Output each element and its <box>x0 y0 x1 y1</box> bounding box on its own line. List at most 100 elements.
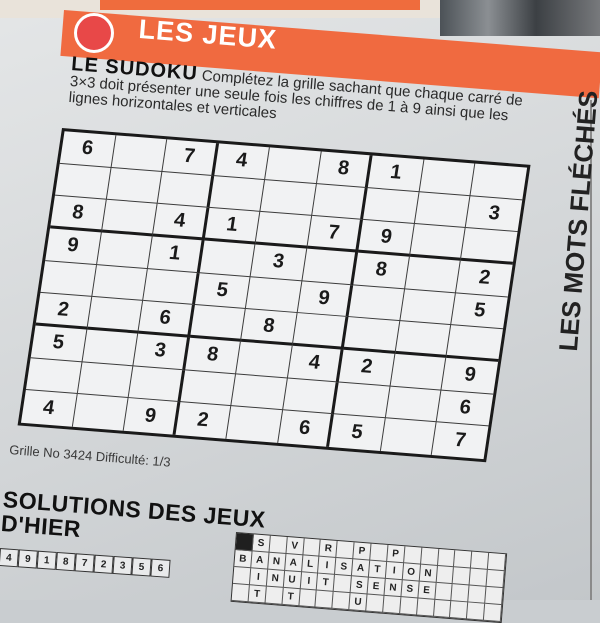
crossword-cell: A <box>251 551 270 570</box>
crossword-cell: L <box>301 555 320 574</box>
crossword-cell: T <box>317 573 336 592</box>
solution-digit: 1 <box>36 550 57 570</box>
crossword-cell <box>302 538 322 557</box>
sudoku-grid-wrapper: 67481384179913825952685384296492657 <box>17 128 531 463</box>
sudoku-cell <box>265 147 322 184</box>
sudoku-cell <box>461 228 518 265</box>
sudoku-cell: 8 <box>184 337 242 375</box>
grid-caption: Grille No 3424 Difficulté: 1/3 <box>8 442 172 470</box>
side-section-title: LES MOTS FLÉCHÉS <box>553 89 600 353</box>
crossword-cell: T <box>248 585 267 604</box>
crossword-cell <box>487 552 507 572</box>
sudoku-cell <box>400 289 457 326</box>
sudoku-cell <box>231 374 288 411</box>
sudoku-cell <box>404 256 462 294</box>
crossword-cell: N <box>384 578 403 598</box>
crossword-cell: V <box>286 537 305 556</box>
sudoku-cell: 6 <box>277 410 335 447</box>
crossword-cell <box>486 569 505 589</box>
sudoku-cell: 5 <box>329 414 386 452</box>
crossword-cell <box>336 541 355 560</box>
crossword-cell: U <box>283 570 302 590</box>
sudoku-cell: 8 <box>50 195 107 233</box>
sudoku-cell: 9 <box>297 280 354 318</box>
sudoku-cell <box>334 382 391 419</box>
solution-digit: 9 <box>17 549 38 569</box>
crossword-cell: T <box>282 587 301 607</box>
sudoku-cell <box>282 378 340 415</box>
crossword-cell: U <box>349 593 368 612</box>
crossword-cell <box>231 583 250 603</box>
crossword-cell: S <box>401 580 420 599</box>
sudoku-cell: 2 <box>456 260 513 298</box>
sudoku-cell: 2 <box>175 402 232 439</box>
crossword-cell: P <box>353 542 372 561</box>
crossword-cell <box>403 546 422 565</box>
crossword-cell: S <box>252 534 271 553</box>
sudoku-cell <box>82 329 139 366</box>
solution-digit: 4 <box>0 548 19 568</box>
sudoku-cell <box>96 232 153 269</box>
sudoku-cell <box>419 159 476 196</box>
crossword-cell: B <box>234 550 253 569</box>
crossword-cell: A <box>352 559 371 578</box>
crossword-cell: E <box>417 581 437 600</box>
sudoku-cell: 1 <box>204 208 261 245</box>
sudoku-cell: 4 <box>213 143 271 180</box>
sudoku-cell: 6 <box>436 390 494 427</box>
crossword-cell <box>232 566 252 586</box>
solution-digit: 6 <box>150 558 171 578</box>
solution-digit: 7 <box>74 553 95 573</box>
sudoku-cell: 7 <box>306 216 364 253</box>
crossword-cell <box>471 551 490 570</box>
sudoku-cell <box>343 317 401 354</box>
crossword-cell: S <box>335 557 354 577</box>
crossword-solution: SVRPPBANALISATIONINUITSENSETTU <box>230 532 508 623</box>
crossword-cell: I <box>300 572 319 591</box>
solution-digit: 2 <box>93 554 114 574</box>
sudoku-cell <box>311 183 369 221</box>
sudoku-cell <box>414 191 471 229</box>
crossword-cell <box>416 598 435 617</box>
crossword-cell: E <box>367 577 386 596</box>
sudoku-cell: 9 <box>123 398 181 435</box>
crossword-cell <box>454 550 473 569</box>
sudoku-cell: 3 <box>250 244 307 281</box>
sudoku-cell: 1 <box>368 155 425 192</box>
sudoku-cell <box>260 179 317 217</box>
sudoku-cell <box>180 370 237 407</box>
solution-digit: 3 <box>112 555 133 576</box>
sudoku-grid: 67481384179913825952685384296492657 <box>17 128 531 463</box>
sudoku-cell: 2 <box>339 349 396 387</box>
sudoku-cell <box>111 135 168 172</box>
top-photo <box>440 0 600 36</box>
sudoku-cell <box>209 175 266 213</box>
sudoku-cell: 1 <box>147 236 205 273</box>
crossword-cell <box>366 594 385 613</box>
sudoku-cell: 3 <box>466 195 523 233</box>
sudoku-cell <box>157 171 214 209</box>
sudoku-cell: 6 <box>59 131 116 168</box>
crossword-cell <box>298 589 318 608</box>
crossword-cell <box>382 595 402 615</box>
crossword-cell <box>433 599 452 619</box>
sudoku-cell <box>409 224 467 261</box>
crossword-cell: P <box>386 544 406 564</box>
crossword-cell <box>467 602 486 621</box>
sudoku-cell <box>302 248 359 286</box>
sudoku-cell <box>395 321 452 358</box>
solution-strip: 491872356 <box>0 548 171 578</box>
crossword-black-cell <box>235 533 254 552</box>
crossword-cell: N <box>419 564 438 583</box>
sudoku-cell: 8 <box>316 151 373 188</box>
sudoku-cell <box>380 418 437 456</box>
sudoku-cell <box>292 313 349 350</box>
crossword-cell: I <box>385 561 404 581</box>
solutions-heading: SOLUTIONS DES JEUX D'HIER <box>0 486 266 556</box>
sudoku-cell <box>245 276 303 314</box>
crossword-cell <box>469 568 488 587</box>
solution-digit: 5 <box>131 557 152 577</box>
newspaper-page: LES JEUX LE SUDOKU Complétez la grille s… <box>0 0 600 623</box>
sudoku-cell: 8 <box>241 309 298 346</box>
crossword-cell <box>450 601 469 620</box>
